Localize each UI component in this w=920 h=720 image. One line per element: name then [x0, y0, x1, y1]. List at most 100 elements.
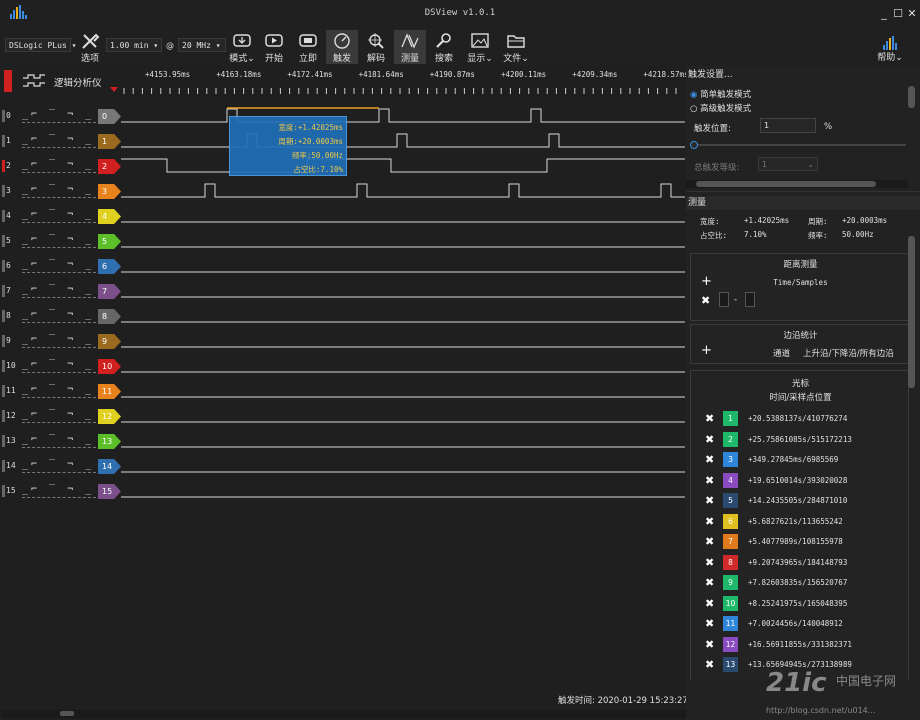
start-button[interactable]: 开始: [258, 30, 290, 64]
decode-button[interactable]: 解码: [360, 30, 392, 64]
trigger-conditions[interactable]: _⌐ ‾ ¬ _ ⌶: [22, 459, 96, 473]
remove-cursor-icon[interactable]: ✖: [705, 453, 714, 466]
waveform[interactable]: [121, 129, 685, 154]
waveform[interactable]: [121, 429, 685, 454]
minimize-icon[interactable]: _: [878, 8, 890, 20]
channel-tag[interactable]: 12: [98, 409, 121, 424]
remove-cursor-icon[interactable]: ✖: [705, 556, 714, 569]
channel-select-bar[interactable]: [2, 185, 5, 197]
trigger-conditions[interactable]: _⌐ ‾ ¬ _ ⌶: [22, 359, 96, 373]
trigger-conditions[interactable]: _⌐ ‾ ¬ _ ⌶: [22, 184, 96, 198]
cursor-badge[interactable]: 4: [723, 472, 738, 488]
trigger-conditions[interactable]: _⌐ ‾ ¬ _ ⌶: [22, 284, 96, 298]
waveform[interactable]: [121, 204, 685, 229]
channel-tag[interactable]: 8: [98, 309, 121, 324]
channel-tag[interactable]: 11: [98, 384, 121, 399]
trigger-conditions[interactable]: _⌐ ‾ ¬ _ ⌶: [22, 234, 96, 248]
waveform[interactable]: [121, 304, 685, 329]
channel-select-bar[interactable]: [2, 410, 5, 422]
cursor-badge[interactable]: 6: [723, 513, 738, 529]
trigger-conditions[interactable]: _⌐ ‾ ¬ _ ⌶: [22, 134, 96, 148]
trigger-conditions[interactable]: _⌐ ‾ ¬ _ ⌶: [22, 259, 96, 273]
horizontal-scrollbar[interactable]: [2, 710, 686, 718]
trigger-pos-slider[interactable]: [690, 141, 906, 149]
add-edge-icon[interactable]: +: [701, 343, 712, 358]
channel-select-bar[interactable]: [2, 360, 5, 372]
trigger-conditions[interactable]: _⌐ ‾ ¬ _ ⌶: [22, 484, 96, 498]
channel-tag[interactable]: 3: [98, 184, 121, 199]
waveform[interactable]: [121, 279, 685, 304]
channel-tag[interactable]: 15: [98, 484, 121, 499]
waveform[interactable]: [121, 254, 685, 279]
cursor-badge[interactable]: 8: [723, 554, 738, 570]
device-select[interactable]: DSLogic PLus ▾: [5, 38, 76, 52]
channel-tag[interactable]: 4: [98, 209, 121, 224]
trigger-conditions[interactable]: _⌐ ‾ ¬ _ ⌶: [22, 309, 96, 323]
channel-select-bar[interactable]: [2, 310, 5, 322]
cursor-badge[interactable]: 5: [723, 493, 738, 508]
cursor-badge[interactable]: 2: [723, 431, 738, 447]
search-button[interactable]: 搜索: [428, 30, 460, 64]
channel-tag[interactable]: 9: [98, 334, 121, 349]
cursor-badge[interactable]: 13: [723, 657, 738, 672]
trigger-conditions[interactable]: _⌐ ‾ ¬ _ ⌶: [22, 334, 96, 348]
waveform[interactable]: [121, 354, 685, 379]
waveform[interactable]: [121, 154, 685, 179]
remove-cursor-icon[interactable]: ✖: [705, 597, 714, 610]
trigger-pos-input[interactable]: 1: [760, 118, 816, 133]
trigger-hscroll[interactable]: [686, 180, 908, 188]
channel-tag[interactable]: 6: [98, 259, 121, 274]
channel-select-bar[interactable]: [2, 110, 5, 122]
waveform[interactable]: [121, 479, 685, 504]
distance-end-select[interactable]: [745, 292, 755, 307]
cursor-badge[interactable]: 10: [723, 595, 738, 611]
waveform[interactable]: [121, 179, 685, 204]
trigger-conditions[interactable]: _⌐ ‾ ¬ _ ⌶: [22, 409, 96, 423]
remove-cursor-icon[interactable]: ✖: [705, 433, 714, 446]
channel-select-bar[interactable]: [2, 135, 5, 147]
channel-select-bar[interactable]: [2, 435, 5, 447]
cursor-badge[interactable]: 7: [723, 534, 738, 549]
waveform[interactable]: [121, 104, 685, 129]
cursor-badge[interactable]: 11: [723, 616, 738, 631]
waveform[interactable]: [121, 329, 685, 354]
remove-cursor-icon[interactable]: ✖: [705, 494, 714, 507]
cursor-badge[interactable]: 1: [723, 411, 738, 426]
simple-trigger-radio[interactable]: ◉ 简单触发模式: [690, 88, 751, 100]
remove-cursor-icon[interactable]: ✖: [705, 474, 714, 487]
channel-tag[interactable]: 7: [98, 284, 121, 299]
channel-tag[interactable]: 1: [98, 134, 121, 149]
remove-cursor-icon[interactable]: ✖: [705, 535, 714, 548]
channel-select-bar[interactable]: [2, 160, 5, 172]
channel-tag[interactable]: 10: [98, 359, 121, 374]
measure-button[interactable]: 测量: [394, 30, 426, 64]
channel-select-bar[interactable]: [2, 460, 5, 472]
channel-select-bar[interactable]: [2, 285, 5, 297]
remove-cursor-icon[interactable]: ✖: [705, 658, 714, 671]
remove-cursor-icon[interactable]: ✖: [705, 576, 714, 589]
channel-select-bar[interactable]: [2, 235, 5, 247]
channel-select-bar[interactable]: [2, 335, 5, 347]
channel-tag[interactable]: 2: [98, 159, 121, 174]
channel-tag[interactable]: 14: [98, 459, 121, 474]
help-button[interactable]: 帮助⌄: [870, 30, 910, 64]
mode-button[interactable]: 模式⌄: [226, 30, 258, 64]
options-button[interactable]: 选项: [74, 30, 106, 64]
cursor-badge[interactable]: 3: [723, 452, 738, 467]
channel-select-bar[interactable]: [2, 210, 5, 222]
trigger-conditions[interactable]: _⌐ ‾ ¬ _ ⌶: [22, 434, 96, 448]
trigger-conditions[interactable]: _⌐ ‾ ¬ _ ⌶: [22, 209, 96, 223]
remove-distance-icon[interactable]: ✖: [701, 294, 710, 307]
trigger-vscroll[interactable]: [908, 86, 915, 108]
measure-vscroll[interactable]: [908, 236, 915, 388]
channel-select-bar[interactable]: [2, 260, 5, 272]
display-button[interactable]: 显示⌄: [464, 30, 496, 64]
remove-cursor-icon[interactable]: ✖: [705, 412, 714, 425]
waveform[interactable]: [121, 454, 685, 479]
trigger-conditions[interactable]: _⌐ ‾ ¬ _ ⌶: [22, 159, 96, 173]
waveform[interactable]: [121, 229, 685, 254]
cursor-badge[interactable]: 9: [723, 575, 738, 590]
waveform[interactable]: [121, 404, 685, 429]
duration-select[interactable]: 1.00 min ▾: [106, 38, 162, 52]
trigger-conditions[interactable]: _⌐ ‾ ¬ _ ⌶: [22, 384, 96, 398]
